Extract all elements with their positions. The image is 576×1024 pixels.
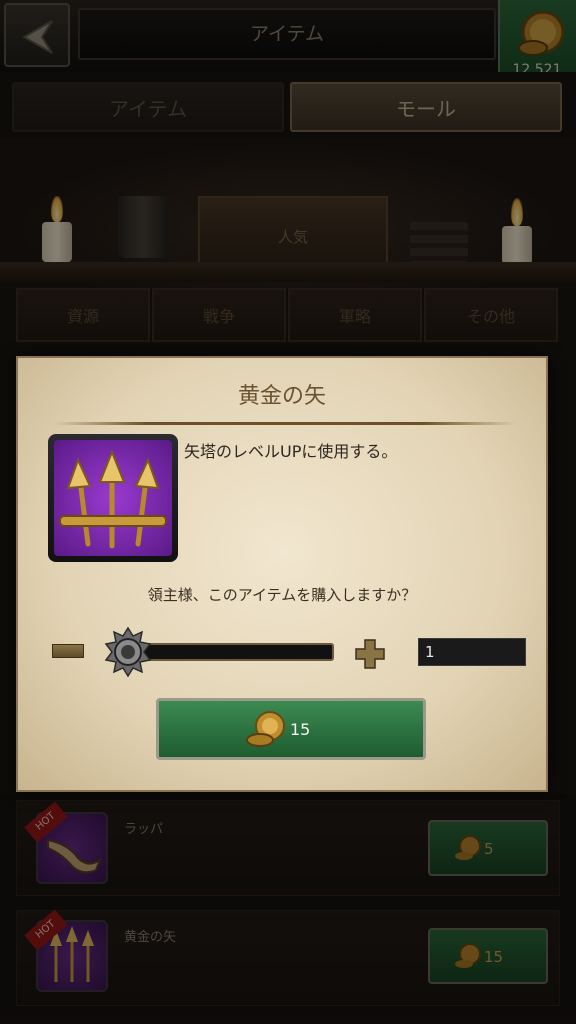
- title-divider: [54, 422, 516, 425]
- gold-coin-icon: [246, 711, 285, 747]
- quantity-input[interactable]: 1: [418, 638, 526, 666]
- slider-knob-icon[interactable]: [102, 626, 154, 678]
- quantity-slider-track[interactable]: [128, 643, 334, 661]
- item-description: 矢塔のレベルUPに使用する。: [184, 442, 398, 461]
- purchase-question: 領主様、このアイテムを購入しますか？: [147, 586, 417, 604]
- golden-arrows-icon: [59, 449, 167, 549]
- decrease-quantity-button[interactable]: [52, 644, 84, 658]
- dialog-title: 黄金の矢: [237, 384, 326, 409]
- buy-price: 15: [290, 720, 311, 739]
- plus-icon[interactable]: [354, 638, 386, 670]
